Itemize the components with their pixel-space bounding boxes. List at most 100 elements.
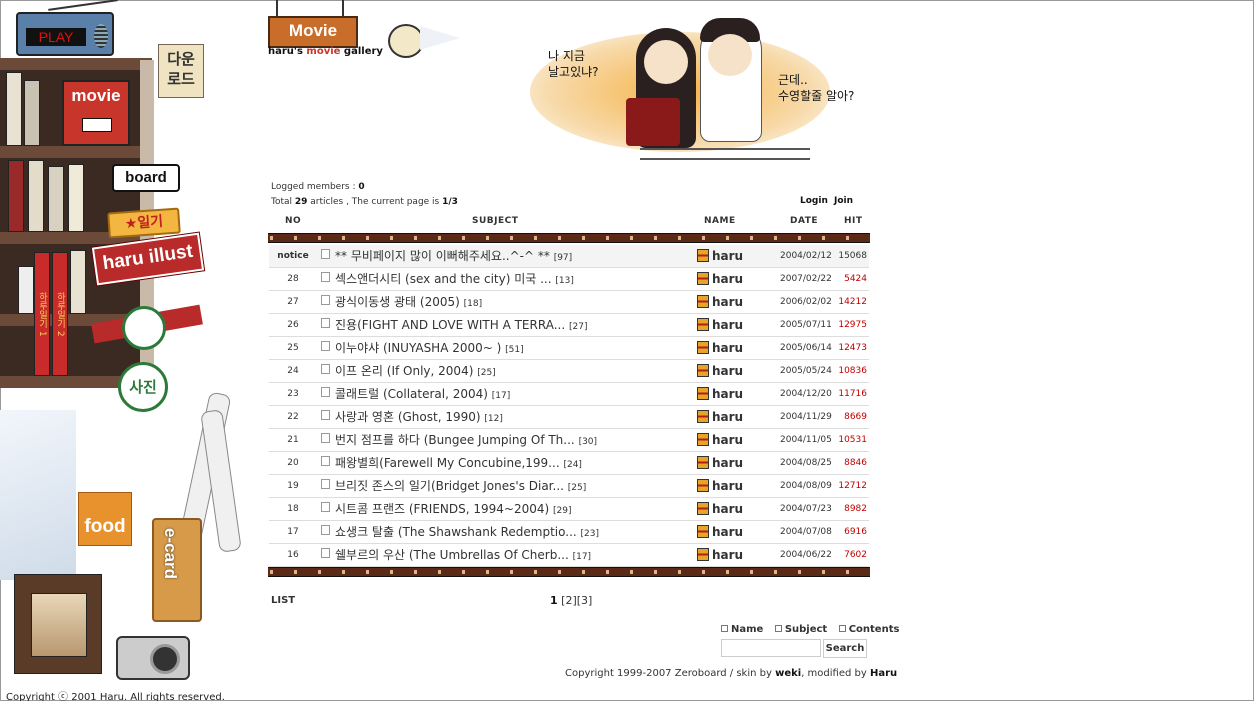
table-row[interactable]: 26 진용(FIGHT AND LOVE WITH A TERRA... [27… — [269, 314, 869, 337]
table-row[interactable]: 19 브리짓 존스의 일기(Bridget Jones's Diar... [2… — [269, 475, 869, 498]
row-author[interactable]: haru — [697, 452, 777, 474]
login-link[interactable]: Login — [800, 196, 828, 206]
checkbox-icon[interactable] — [721, 624, 728, 632]
row-author[interactable]: haru — [697, 314, 777, 336]
row-author-name[interactable]: haru — [712, 318, 743, 332]
row-subject[interactable]: 사랑과 영혼 (Ghost, 1990) [12] — [335, 406, 695, 428]
row-subject-text[interactable]: 쉘부르의 우산 (The Umbrellas Of Cherb... — [335, 548, 569, 562]
nav-diary[interactable]: ★일기 — [107, 207, 181, 239]
nav-food[interactable]: food — [78, 492, 132, 546]
table-row[interactable]: notice ** 무비페이지 많이 이뻐해주세요..^-^ ** [97] h… — [269, 245, 869, 268]
row-subject[interactable]: 패왕별희(Farewell My Concubine,199... [24] — [335, 452, 695, 474]
row-subject-text[interactable]: 쇼생크 탈출 (The Shawshank Redemptio... — [335, 525, 577, 539]
list-button[interactable]: LIST — [271, 595, 295, 606]
row-subject[interactable]: ** 무비페이지 많이 이뻐해주세요..^-^ ** [97] — [335, 245, 695, 267]
page-link-3[interactable]: [3] — [577, 594, 593, 607]
row-author[interactable]: haru — [697, 406, 777, 428]
row-subject-text[interactable]: 번지 점프를 하다 (Bungee Jumping Of Th... — [335, 433, 575, 447]
checkbox-icon[interactable] — [838, 624, 846, 632]
search-option-contents[interactable]: Contents — [838, 624, 904, 635]
row-author-name[interactable]: haru — [712, 295, 743, 309]
table-row[interactable]: 27 광식이동생 광태 (2005) [18] haru 2006/02/02 … — [269, 291, 869, 314]
row-subject[interactable]: 콜래트럴 (Collateral, 2004) [17] — [335, 383, 695, 405]
row-subject[interactable]: 번지 점프를 하다 (Bungee Jumping Of Th... [30] — [335, 429, 695, 451]
nav-board[interactable]: board — [112, 164, 180, 192]
row-author-name[interactable]: haru — [712, 456, 743, 470]
row-subject[interactable]: 쉘부르의 우산 (The Umbrellas Of Cherb... [17] — [335, 544, 695, 566]
table-row[interactable]: 21 번지 점프를 하다 (Bungee Jumping Of Th... [3… — [269, 429, 869, 452]
row-author[interactable]: haru — [697, 383, 777, 405]
row-author-name[interactable]: haru — [712, 410, 743, 424]
row-subject-text[interactable]: 진용(FIGHT AND LOVE WITH A TERRA... — [335, 318, 565, 332]
row-author[interactable]: haru — [697, 360, 777, 382]
row-author-name[interactable]: haru — [712, 548, 743, 562]
row-author-name[interactable]: haru — [712, 387, 743, 401]
skin-author[interactable]: weki — [775, 668, 801, 679]
search-option-subject[interactable]: Subject — [774, 624, 831, 635]
book — [28, 160, 44, 232]
row-author[interactable]: haru — [697, 475, 777, 497]
site-logo[interactable]: Movie — [268, 16, 358, 48]
row-author[interactable]: haru — [697, 245, 777, 267]
download-sign[interactable]: 다운 로드 — [158, 44, 204, 98]
row-author-name[interactable]: haru — [712, 272, 743, 286]
table-row[interactable]: 28 섹스앤더시티 (sex and the city) 미국 ... [13]… — [269, 268, 869, 291]
row-subject-text[interactable]: 시트콤 프랜즈 (FRIENDS, 1994~2004) — [335, 502, 549, 516]
table-row[interactable]: 25 이누야샤 (INUYASHA 2000~ ) [51] haru 2005… — [269, 337, 869, 360]
row-author[interactable]: haru — [697, 544, 777, 566]
search-input[interactable] — [721, 639, 821, 657]
row-subject-text[interactable]: 이누야샤 (INUYASHA 2000~ ) — [335, 341, 501, 355]
nav-movie[interactable]: movie — [62, 80, 130, 146]
table-row[interactable]: 17 쇼생크 탈출 (The Shawshank Redemptio... [2… — [269, 521, 869, 544]
row-subject-text[interactable]: 패왕별희(Farewell My Concubine,199... — [335, 456, 560, 470]
nav-photo[interactable]: 사진 — [118, 362, 168, 412]
radio-player[interactable]: PLAY — [16, 0, 118, 56]
row-subject[interactable]: 브리짓 존스의 일기(Bridget Jones's Diar... [25] — [335, 475, 695, 497]
row-subject-text[interactable]: 사랑과 영혼 (Ghost, 1990) — [335, 410, 481, 424]
table-row[interactable]: 16 쉘부르의 우산 (The Umbrellas Of Cherb... [1… — [269, 544, 869, 567]
table-row[interactable]: 22 사랑과 영혼 (Ghost, 1990) [12] haru 2004/1… — [269, 406, 869, 429]
document-icon — [321, 360, 330, 382]
row-subject-text[interactable]: ** 무비페이지 많이 이뻐해주세요..^-^ ** — [335, 249, 550, 263]
play-button[interactable]: PLAY — [26, 28, 86, 46]
row-author-name[interactable]: haru — [712, 525, 743, 539]
row-subject[interactable]: 진용(FIGHT AND LOVE WITH A TERRA... [27] — [335, 314, 695, 336]
row-subject[interactable]: 쇼생크 탈출 (The Shawshank Redemptio... [23] — [335, 521, 695, 543]
join-link[interactable]: Join — [834, 196, 853, 206]
row-subject-text[interactable]: 섹스앤더시티 (sex and the city) 미국 ... — [335, 272, 552, 286]
nav-ecard[interactable]: e-card — [152, 518, 202, 622]
row-author[interactable]: haru — [697, 429, 777, 451]
row-author-name[interactable]: haru — [712, 502, 743, 516]
row-subject-text[interactable]: 이프 온리 (If Only, 2004) — [335, 364, 473, 378]
table-row[interactable]: 20 패왕별희(Farewell My Concubine,199... [24… — [269, 452, 869, 475]
row-author-name[interactable]: haru — [712, 364, 743, 378]
row-author-name[interactable]: haru — [712, 479, 743, 493]
row-comment-count: [12] — [484, 414, 503, 424]
row-subject[interactable]: 시트콤 프랜즈 (FRIENDS, 1994~2004) [29] — [335, 498, 695, 520]
row-subject[interactable]: 이프 온리 (If Only, 2004) [25] — [335, 360, 695, 382]
table-row[interactable]: 23 콜래트럴 (Collateral, 2004) [17] haru 200… — [269, 383, 869, 406]
row-subject-text[interactable]: 콜래트럴 (Collateral, 2004) — [335, 387, 488, 401]
table-row[interactable]: 18 시트콤 프랜즈 (FRIENDS, 1994~2004) [29] har… — [269, 498, 869, 521]
search-button[interactable]: Search — [823, 639, 867, 658]
modifier-author[interactable]: Haru — [870, 668, 897, 679]
row-author[interactable]: haru — [697, 498, 777, 520]
row-author-name[interactable]: haru — [712, 433, 743, 447]
checkbox-icon[interactable] — [774, 624, 782, 632]
page-current[interactable]: 1 — [550, 594, 558, 607]
row-subject-text[interactable]: 광식이동생 광태 (2005) — [335, 295, 460, 309]
row-author[interactable]: haru — [697, 521, 777, 543]
table-row[interactable]: 24 이프 온리 (If Only, 2004) [25] haru 2005/… — [269, 360, 869, 383]
row-hit: 6916 — [844, 527, 867, 537]
row-author-name[interactable]: haru — [712, 249, 743, 263]
search-option-name[interactable]: Name — [721, 624, 767, 635]
row-author[interactable]: haru — [697, 337, 777, 359]
row-author[interactable]: haru — [697, 268, 777, 290]
row-author-name[interactable]: haru — [712, 341, 743, 355]
row-subject-text[interactable]: 브리짓 존스의 일기(Bridget Jones's Diar... — [335, 479, 564, 493]
row-subject[interactable]: 광식이동생 광태 (2005) [18] — [335, 291, 695, 313]
row-subject[interactable]: 섹스앤더시티 (sex and the city) 미국 ... [13] — [335, 268, 695, 290]
row-subject[interactable]: 이누야샤 (INUYASHA 2000~ ) [51] — [335, 337, 695, 359]
row-author[interactable]: haru — [697, 291, 777, 313]
page-link-2[interactable]: [2] — [561, 594, 577, 607]
